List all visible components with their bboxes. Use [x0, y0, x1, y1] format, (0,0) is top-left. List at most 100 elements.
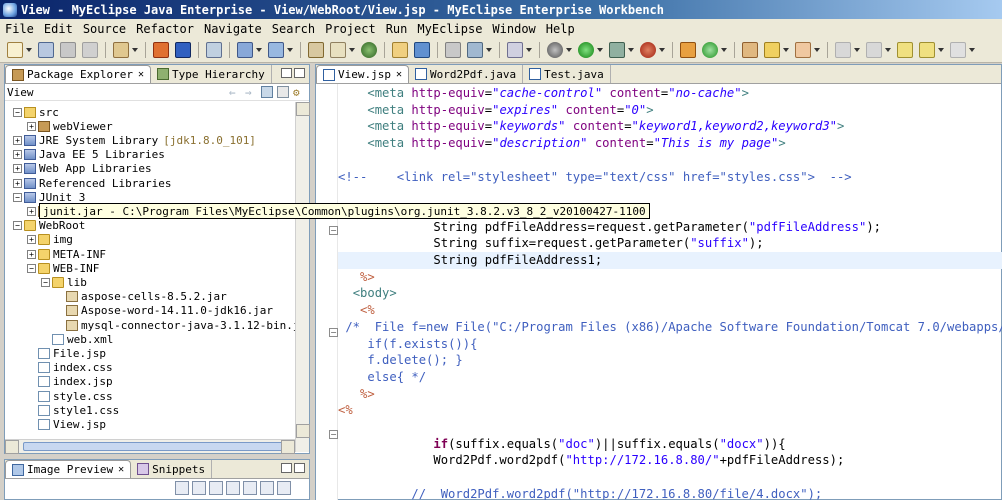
next-annotation-icon[interactable] — [835, 42, 851, 58]
open-resource-icon[interactable] — [795, 42, 811, 58]
zoom-in-icon[interactable] — [226, 481, 240, 495]
tree-item[interactable]: File.jsp — [27, 346, 106, 360]
expand-icon[interactable]: + — [27, 206, 36, 216]
view-menu-icon[interactable]: ⚙ — [293, 86, 305, 99]
tree-item[interactable]: index.css — [27, 361, 113, 375]
rotate-icon[interactable] — [260, 481, 274, 495]
menu-project[interactable]: Project — [320, 22, 381, 36]
maximize-icon[interactable] — [294, 463, 305, 473]
run-configurations-icon[interactable] — [445, 42, 461, 58]
tab-image-preview[interactable]: Image Preview ✕ — [5, 460, 132, 478]
menu-myeclipse[interactable]: MyEclipse — [412, 22, 487, 36]
save-icon[interactable] — [38, 42, 54, 58]
code-editor[interactable]: <meta http-equiv="cache-control" content… — [338, 84, 1002, 500]
tree-item[interactable]: aspose-cells-8.5.2.jar — [55, 290, 227, 304]
tree-item[interactable]: + META-INF — [27, 247, 106, 261]
open-type-icon[interactable] — [113, 42, 129, 58]
deploy-icon[interactable] — [153, 42, 169, 58]
link-with-editor-icon[interactable] — [261, 86, 273, 98]
tree-item[interactable]: style1.css — [27, 403, 119, 417]
minimize-icon[interactable] — [281, 68, 292, 78]
tree-vertical-scrollbar[interactable] — [295, 102, 310, 452]
tree-item[interactable]: index.jsp — [27, 375, 113, 389]
new-ejb-icon[interactable] — [268, 42, 284, 58]
tree-item[interactable]: style.css — [27, 389, 113, 403]
collapse-all-icon[interactable] — [277, 86, 289, 98]
tab-package-explorer[interactable]: Package Explorer ✕ — [5, 65, 151, 83]
actual-size-icon[interactable] — [243, 481, 257, 495]
collapse-icon[interactable]: − — [13, 107, 22, 117]
tree-item[interactable]: − WebRoot — [13, 219, 85, 233]
tree-item[interactable]: − lib — [41, 275, 87, 289]
expand-icon[interactable]: + — [27, 249, 36, 259]
tab-view-jsp[interactable]: View.jsp ✕ — [316, 65, 410, 83]
tab-word2pdf-java[interactable]: Word2Pdf.java — [409, 65, 524, 83]
open-folder-icon[interactable] — [392, 42, 408, 58]
collapse-icon[interactable]: − — [13, 192, 22, 202]
menu-run[interactable]: Run — [381, 22, 413, 36]
scroll-left-button[interactable] — [5, 440, 19, 454]
debug-icon[interactable] — [547, 42, 563, 58]
console-icon[interactable] — [507, 42, 523, 58]
scroll-right-button[interactable] — [281, 440, 295, 454]
task-icon[interactable] — [742, 42, 758, 58]
refresh-icon[interactable] — [702, 42, 718, 58]
collapse-icon[interactable]: − — [27, 263, 36, 273]
menu-window[interactable]: Window — [487, 22, 540, 36]
close-icon[interactable]: ✕ — [396, 69, 402, 80]
tree-item[interactable]: mysql-connector-java-3.1.12-bin.jar — [55, 318, 309, 332]
fold-collapse-icon[interactable]: − — [329, 328, 338, 337]
build-icon[interactable] — [680, 42, 696, 58]
collapse-icon[interactable]: − — [13, 221, 22, 231]
scroll-up-button[interactable] — [296, 102, 310, 116]
profile-icon[interactable] — [640, 42, 656, 58]
menu-search[interactable]: Search — [267, 22, 320, 36]
tree-horizontal-scrollbar[interactable] — [5, 439, 295, 454]
previous-annotation-icon[interactable] — [866, 42, 882, 58]
minimize-icon[interactable] — [281, 463, 292, 473]
back-icon[interactable] — [919, 42, 935, 58]
tree-item[interactable]: Aspose-word-14.11.0-jdk16.jar — [55, 304, 273, 318]
tree-item[interactable]: + Referenced Libraries — [13, 176, 171, 190]
new-file-icon[interactable] — [7, 42, 23, 58]
expand-icon[interactable]: + — [27, 235, 36, 245]
annotation-icon[interactable] — [764, 42, 780, 58]
tree-item[interactable]: + img — [27, 233, 73, 247]
close-icon[interactable]: ✕ — [138, 69, 144, 80]
tree-item[interactable]: + JRE System Library [jdk1.8.0_101] — [13, 133, 256, 147]
expand-icon[interactable]: + — [13, 178, 22, 188]
scroll-down-button[interactable] — [296, 424, 310, 438]
menu-refactor[interactable]: Refactor — [131, 22, 199, 36]
tree-item[interactable]: + webViewer — [27, 119, 113, 133]
tab-type-hierarchy[interactable]: Type Hierarchy — [151, 65, 272, 83]
coverage-icon[interactable] — [609, 42, 625, 58]
forward-icon[interactable] — [950, 42, 966, 58]
close-icon[interactable]: ✕ — [118, 464, 124, 475]
menu-navigate[interactable]: Navigate — [199, 22, 267, 36]
menu-source[interactable]: Source — [78, 22, 131, 36]
save-all-icon[interactable] — [60, 42, 76, 58]
expand-icon[interactable]: + — [13, 150, 22, 160]
expand-icon[interactable]: + — [13, 135, 22, 145]
last-edit-location-icon[interactable] — [897, 42, 913, 58]
new-class-icon[interactable] — [330, 42, 346, 58]
menu-edit[interactable]: Edit — [39, 22, 78, 36]
menu-file[interactable]: File — [0, 22, 39, 36]
print-icon[interactable] — [82, 42, 98, 58]
tab-snippets[interactable]: Snippets — [131, 460, 213, 478]
expand-icon[interactable]: + — [27, 121, 36, 131]
tree-item[interactable]: − WEB-INF — [27, 261, 99, 275]
run-icon[interactable] — [578, 42, 594, 58]
tree-item[interactable]: web.xml — [41, 332, 113, 346]
external-tools-icon[interactable] — [467, 42, 483, 58]
tree-item[interactable]: View.jsp — [27, 417, 106, 431]
pin-icon[interactable] — [175, 481, 189, 495]
maximize-icon[interactable] — [294, 68, 305, 78]
collapse-icon[interactable]: − — [41, 277, 50, 287]
tree-item[interactable]: + Web App Libraries — [13, 162, 152, 176]
expand-icon[interactable]: + — [13, 164, 22, 174]
new-web-project-icon[interactable] — [237, 42, 253, 58]
new-package-icon[interactable] — [308, 42, 324, 58]
back-arrow-icon[interactable]: ⇐ — [229, 86, 241, 99]
scroll-thumb[interactable] — [23, 442, 291, 451]
